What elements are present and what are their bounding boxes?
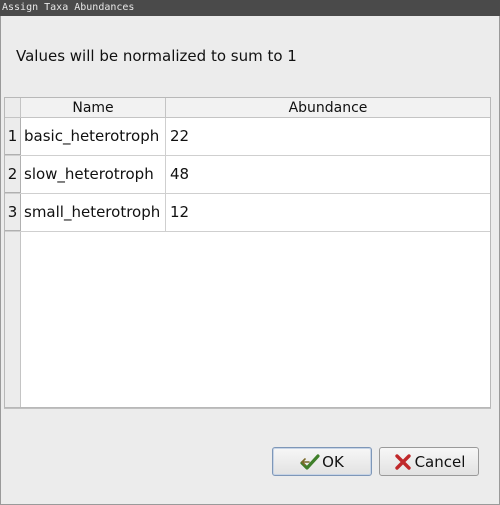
name-cell[interactable]: small_heterotroph [21,194,166,231]
name-cell[interactable]: slow_heterotroph [21,156,166,193]
table-row: 2 slow_heterotroph 48 [5,156,490,194]
cancel-button[interactable]: Cancel [379,447,479,476]
abundance-cell[interactable]: 22 [166,118,490,155]
name-cell[interactable]: basic_heterotroph [21,118,166,155]
dialog-window: Values will be normalized to sum to 1 Na… [0,16,500,505]
row-number[interactable]: 1 [5,118,21,155]
column-header-abundance[interactable]: Abundance [166,98,490,118]
cancel-button-label: Cancel [414,452,466,471]
window-title: Assign Taxa Abundances [0,0,500,16]
row-number[interactable]: 2 [5,156,21,193]
x-mark-icon [393,453,413,471]
abundance-cell[interactable]: 12 [166,194,490,231]
table-row: 1 basic_heterotroph 22 [5,118,490,156]
check-arrow-icon [300,453,320,471]
row-number[interactable]: 3 [5,194,21,231]
abundance-cell[interactable]: 48 [166,156,490,193]
table-row: 3 small_heterotroph 12 [5,194,490,232]
column-header-name[interactable]: Name [21,98,166,118]
table-corner [5,98,21,118]
separator [4,408,491,409]
ok-button[interactable]: OK [272,447,372,476]
normalize-info-label: Values will be normalized to sum to 1 [16,47,297,65]
ok-button-label: OK [322,452,344,471]
abundance-table: Name Abundance 1 basic_heterotroph 22 2 … [4,97,491,408]
